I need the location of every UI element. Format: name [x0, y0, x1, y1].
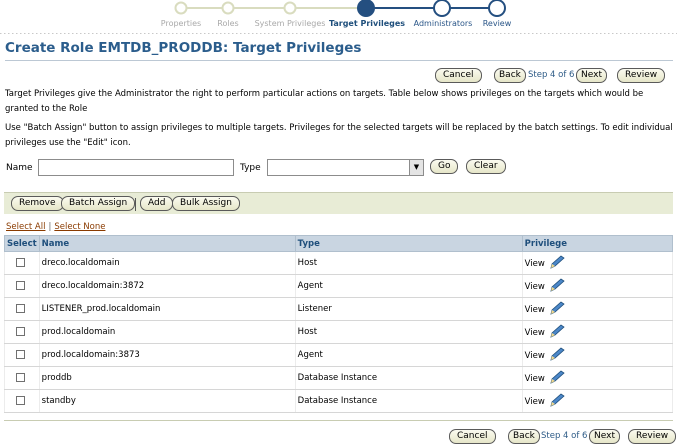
row-checkbox[interactable] — [16, 396, 25, 405]
privilege-value: View — [524, 327, 545, 338]
selection-links: Select All | Select None — [6, 222, 105, 232]
pencil-icon[interactable] — [549, 254, 565, 272]
pencil-icon[interactable] — [549, 369, 565, 387]
type-select[interactable]: ▼ — [267, 159, 424, 176]
target-type: Listener — [294, 297, 523, 321]
name-label: Name — [6, 163, 33, 173]
row-checkbox[interactable] — [16, 304, 25, 313]
privilege-value: View — [524, 373, 545, 384]
select-none-link[interactable]: Select None — [54, 222, 105, 232]
title-divider — [5, 60, 673, 61]
name-search-input[interactable] — [38, 159, 234, 176]
step-indicator-top: Step 4 of 6 — [528, 70, 575, 80]
page-title: Create Role EMTDB_PRODDB: Target Privile… — [5, 40, 362, 56]
table-row: prod.localdomain:3873 Agent View — [4, 343, 674, 367]
target-name: standby — [38, 389, 296, 413]
next-button-top[interactable]: Next — [576, 68, 607, 83]
train-step-review[interactable]: Review — [483, 19, 512, 28]
privilege-value: View — [524, 304, 545, 315]
row-checkbox[interactable] — [16, 281, 25, 290]
target-type: Agent — [294, 274, 523, 298]
target-name: proddb — [38, 366, 296, 390]
train-step-roles-marker — [221, 1, 235, 15]
batch-assign-button[interactable]: Batch Assign — [61, 196, 136, 211]
row-checkbox[interactable] — [16, 258, 25, 267]
privilege-value: View — [524, 350, 545, 361]
train-step-target-privileges-marker — [357, 0, 375, 17]
train-step-administrators[interactable]: Administrators — [414, 19, 473, 28]
target-name: prod.localdomain:3873 — [38, 343, 296, 367]
pencil-icon[interactable] — [549, 346, 565, 364]
select-all-link[interactable]: Select All — [6, 222, 45, 232]
target-privileges-table: Select Name Type Privilege dreco.localdo… — [4, 235, 674, 413]
table-row: standby Database Instance View — [4, 389, 674, 413]
remove-button[interactable]: Remove — [11, 196, 64, 211]
pencil-icon[interactable] — [549, 392, 565, 410]
chevron-down-icon[interactable]: ▼ — [409, 160, 423, 175]
table-toolbar: Remove Batch Assign Add Bulk Assign — [4, 192, 673, 214]
clear-button[interactable]: Clear — [466, 159, 506, 174]
train-step-target-privileges: Target Privileges — [328, 19, 406, 28]
link-separator: | — [48, 222, 52, 232]
review-button-bottom[interactable]: Review — [628, 429, 677, 444]
target-type: Host — [294, 320, 523, 344]
footer-divider — [4, 420, 673, 421]
cancel-button-bottom[interactable]: Cancel — [449, 429, 496, 444]
column-header-type: Type — [294, 235, 523, 252]
bulk-assign-button[interactable]: Bulk Assign — [172, 196, 240, 211]
train-step-properties-marker — [174, 1, 188, 15]
description-text: Target Privileges give the Administrator… — [5, 89, 644, 114]
train-step-properties: Properties — [160, 19, 202, 28]
type-label: Type — [240, 163, 261, 173]
table-header-row: Select Name Type Privilege — [4, 235, 674, 252]
pencil-icon[interactable] — [549, 323, 565, 341]
header-divider — [0, 33, 677, 34]
row-checkbox[interactable] — [16, 327, 25, 336]
back-button-bottom[interactable]: Back — [508, 429, 540, 444]
train-step-review-marker[interactable] — [488, 0, 506, 17]
privilege-value: View — [524, 281, 545, 292]
table-row: prod.localdomain Host View — [4, 320, 674, 344]
toolbar-separator — [135, 198, 136, 211]
privilege-value: View — [524, 258, 545, 269]
train-step-roles: Roles — [217, 19, 239, 28]
target-name: dreco.localdomain:3872 — [38, 274, 296, 298]
column-header-select: Select — [4, 235, 40, 252]
train-step-administrators-marker[interactable] — [433, 0, 451, 17]
table-row: dreco.localdomain:3872 Agent View — [4, 274, 674, 298]
table-row: dreco.localdomain Host View — [4, 251, 674, 275]
pencil-icon[interactable] — [549, 277, 565, 295]
target-type: Agent — [294, 343, 523, 367]
column-header-name: Name — [38, 235, 296, 252]
back-button-top[interactable]: Back — [494, 68, 526, 83]
next-button-bottom[interactable]: Next — [589, 429, 620, 444]
cancel-button-top[interactable]: Cancel — [435, 68, 482, 83]
target-name: prod.localdomain — [38, 320, 296, 344]
privilege-value: View — [524, 396, 545, 407]
review-button-top[interactable]: Review — [617, 68, 666, 83]
progress-train: Properties Roles System Privileges Targe… — [0, 0, 677, 32]
train-step-system-privileges-marker — [283, 1, 297, 15]
train-track — [174, 0, 506, 17]
target-type: Database Instance — [294, 389, 523, 413]
target-type: Host — [294, 251, 523, 275]
train-step-system-privileges: System Privileges — [254, 19, 326, 28]
instructions-text: Use "Batch Assign" button to assign priv… — [5, 123, 673, 148]
go-button[interactable]: Go — [430, 159, 459, 174]
target-type: Database Instance — [294, 366, 523, 390]
column-header-privilege: Privilege — [521, 235, 674, 252]
row-checkbox[interactable] — [16, 373, 25, 382]
table-row: proddb Database Instance View — [4, 366, 674, 390]
step-indicator-bottom: Step 4 of 6 — [541, 431, 588, 441]
row-checkbox[interactable] — [16, 350, 25, 359]
pencil-icon[interactable] — [549, 300, 565, 318]
target-name: dreco.localdomain — [38, 251, 296, 275]
table-row: LISTENER_prod.localdomain Listener View — [4, 297, 674, 321]
target-name: LISTENER_prod.localdomain — [38, 297, 296, 321]
add-button[interactable]: Add — [140, 196, 174, 211]
